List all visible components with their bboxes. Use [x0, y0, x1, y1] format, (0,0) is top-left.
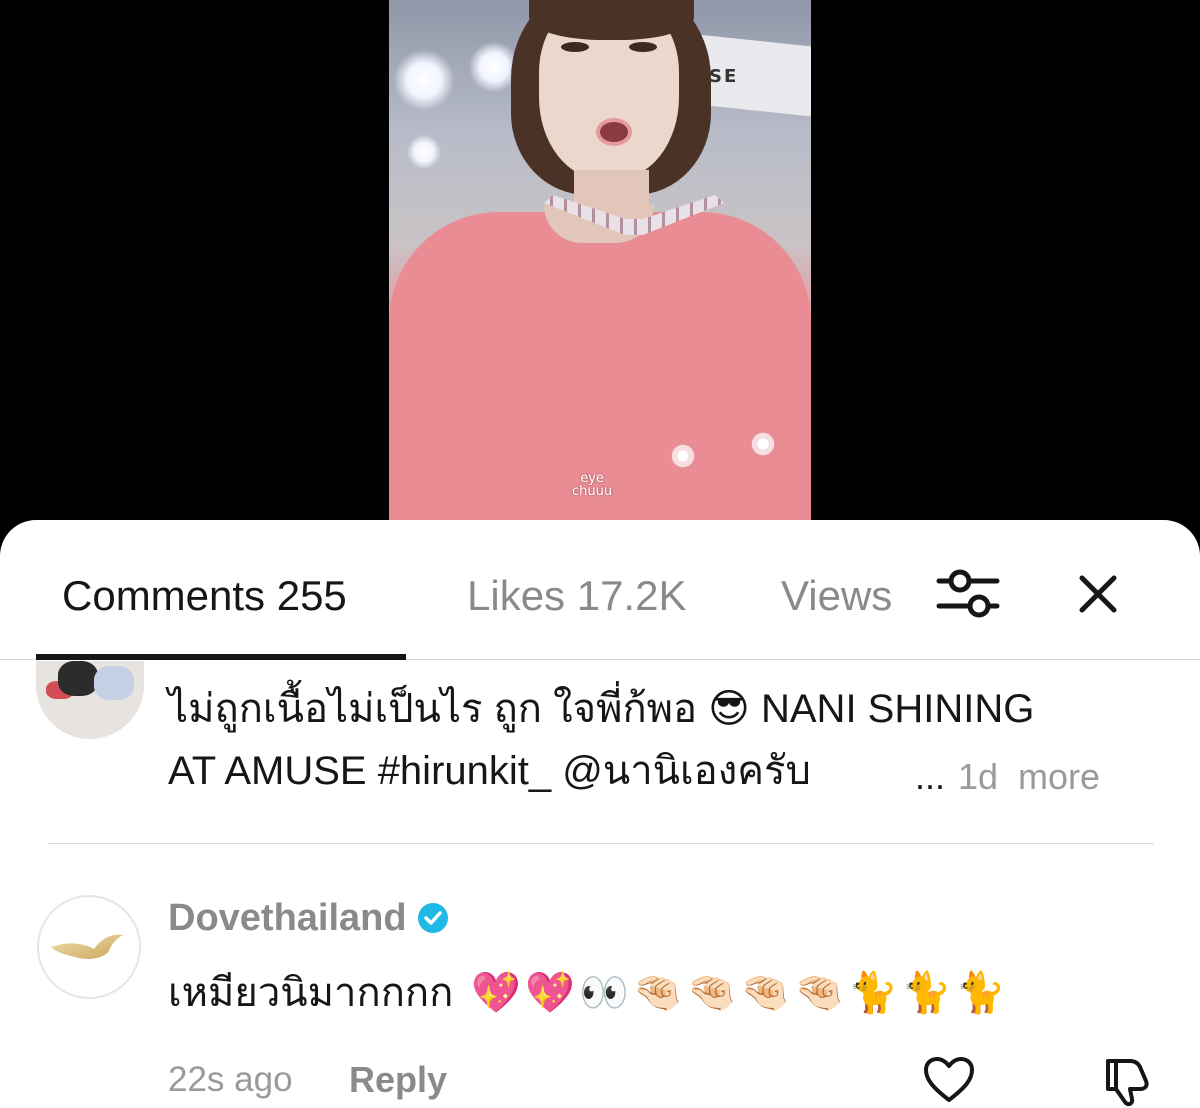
comment-timestamp: 1d — [958, 756, 999, 797]
sparkling-heart-icon: 💖 — [471, 971, 522, 1015]
dislike-button[interactable] — [1100, 1053, 1156, 1108]
sweater-flower — [749, 432, 777, 456]
video-frame[interactable]: SE eye chuuu — [389, 0, 811, 540]
pinching-hand-icon: 🤏🏻 — [794, 971, 845, 1015]
tab-likes[interactable]: Likes 17.2K — [467, 572, 686, 620]
comment-text: เหมียวนิมากกกก — [168, 971, 454, 1015]
comment-body: เหมียวนิมากกกก 💖 💖 👀 🤏🏻 🤏🏻 🤏🏻 🤏🏻 🐈 🐈 🐈 — [168, 962, 1009, 1024]
commenter-avatar[interactable] — [36, 661, 144, 739]
watermark-line-2: chuuu — [572, 484, 613, 499]
comment-timestamp: 22s ago — [168, 1060, 293, 1099]
active-tab-indicator — [36, 654, 406, 660]
avatar-shape — [58, 661, 98, 696]
comment-ellipsis: ... — [915, 756, 946, 797]
tab-comments[interactable]: Comments 255 — [62, 572, 347, 620]
verified-badge-icon — [418, 903, 448, 933]
pinching-hand-icon: 🤏🏻 — [740, 971, 791, 1015]
comment-text: AT AMUSE #hirunkit_ @นานิเองครับ — [168, 749, 811, 793]
cat-icon: 🐈 — [955, 971, 1006, 1015]
tab-views[interactable]: Views — [781, 572, 892, 620]
person-fringe — [529, 0, 694, 40]
comment-text: ไม่ถูกเนื้อไม่เป็นไร ถูก ใจพี่ก้พอ 😎 NAN… — [168, 687, 1035, 731]
pinching-hand-icon: 🤏🏻 — [686, 971, 737, 1015]
like-button[interactable] — [922, 1055, 976, 1105]
emoji-row: 💖 💖 👀 🤏🏻 🤏🏻 🤏🏻 🤏🏻 🐈 🐈 🐈 — [471, 962, 1009, 1024]
close-icon — [1079, 575, 1117, 613]
person-mouth — [596, 118, 632, 146]
pinching-hand-icon: 🤏🏻 — [632, 971, 683, 1015]
video-watermark: eye chuuu — [572, 472, 612, 498]
tab-bar: Comments 255 Likes 17.2K Views — [0, 520, 1200, 660]
person-eye — [629, 42, 657, 52]
verified-badge — [416, 901, 450, 935]
dove-avatar[interactable] — [37, 895, 141, 999]
cat-icon: 🐈 — [901, 971, 952, 1015]
eyes-icon: 👀 — [578, 971, 629, 1015]
filter-button[interactable] — [935, 564, 1001, 624]
reply-button[interactable]: Reply — [349, 1060, 447, 1100]
more-link[interactable]: more — [1018, 756, 1100, 798]
thumbs-down-icon — [1106, 1059, 1149, 1107]
sweater-flower — [669, 444, 697, 468]
comment-username[interactable]: Dovethailand — [168, 896, 407, 940]
heart-icon — [924, 1057, 974, 1102]
person-eye — [561, 42, 589, 52]
stage-banner-text: SE — [709, 66, 739, 87]
close-button[interactable] — [1070, 568, 1126, 624]
comments-sheet: Comments 255 Likes 17.2K Views ไม่ถูกเนื… — [0, 520, 1200, 1108]
stage-light — [394, 50, 454, 110]
sliders-icon — [936, 569, 1000, 618]
video-area[interactable]: SE eye chuuu — [0, 0, 1200, 540]
cat-icon: 🐈 — [848, 971, 898, 1015]
comment-divider — [48, 843, 1154, 844]
sparkling-heart-icon: 💖 — [525, 971, 575, 1015]
dove-logo-icon — [51, 934, 123, 959]
stage-light — [407, 135, 441, 169]
avatar-shape — [94, 666, 134, 700]
